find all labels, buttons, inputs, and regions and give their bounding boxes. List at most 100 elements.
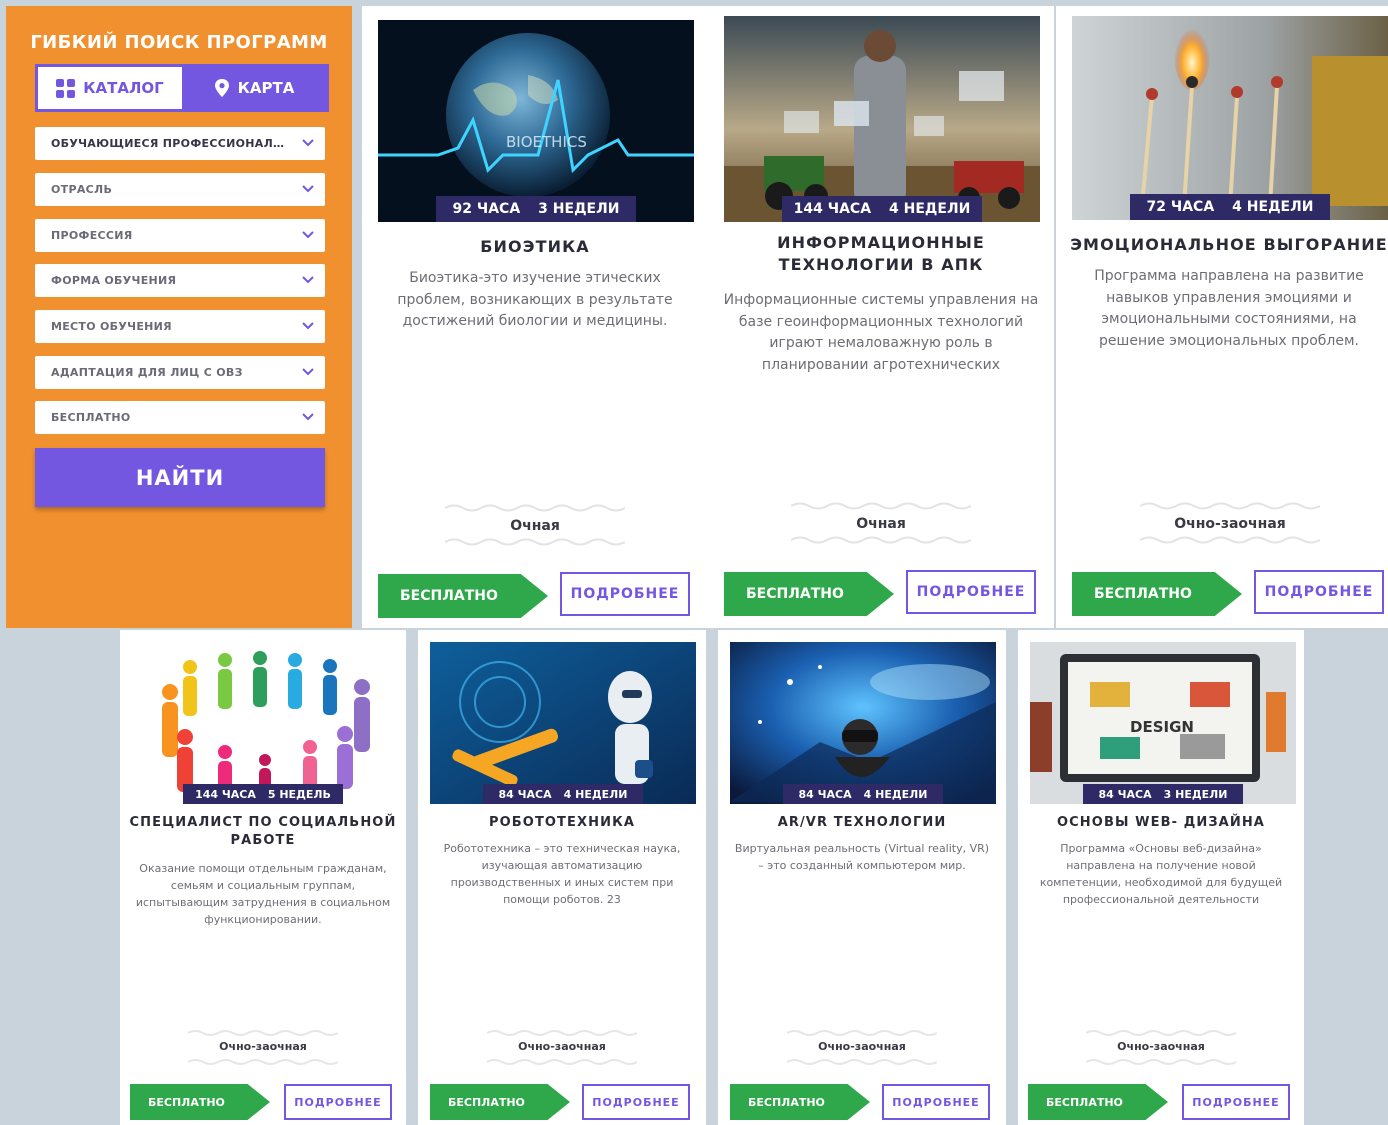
study-mode: Очно-заочная	[219, 1040, 307, 1053]
filter-industry-value: ОТРАСЛЬ	[51, 183, 113, 196]
duration-hours: 84 ЧАСА	[798, 787, 852, 801]
study-mode: Очно-заочная	[518, 1040, 606, 1053]
details-button[interactable]: ПОДРОБНЕЕ	[1254, 570, 1384, 614]
program-title: ЭМОЦИОНАЛЬНОЕ ВЫГОРАНИЕ	[1070, 235, 1388, 254]
study-mode: Очно-заочная	[1174, 516, 1286, 532]
duration-badge: 72 ЧАСА 4 НЕДЕЛИ	[1130, 194, 1330, 220]
program-description: Биоэтика-это изучение этических проблем,…	[397, 270, 673, 330]
free-badge-button[interactable]: БЕСПЛАТНО	[724, 572, 894, 616]
filter-accessibility-select[interactable]: АДАПТАЦИЯ ДЛЯ ЛИЦ С ОВЗ	[35, 356, 325, 389]
study-mode: Очная	[856, 516, 906, 532]
duration-weeks: 4 НЕДЕЛИ	[563, 787, 628, 801]
program-title: РОБОТОТЕХНИКА	[489, 815, 635, 830]
chevron-down-icon	[302, 276, 314, 284]
filter-industry-select[interactable]: ОТРАСЛЬ	[35, 173, 325, 206]
free-badge-button[interactable]: БЕСПЛАТНО	[1028, 1084, 1168, 1120]
filter-free-value: БЕСПЛАТНО	[51, 411, 131, 424]
duration-badge: 92 ЧАСА 3 НЕДЕЛИ	[436, 196, 636, 222]
search-panel-title: ГИБКИЙ ПОИСК ПРОГРАММ	[30, 32, 328, 53]
program-image-bioethics: BIOETHICS 92 ЧАСА 3 НЕДЕЛИ	[378, 20, 694, 222]
map-pin-icon	[214, 79, 229, 97]
duration-badge: 144 ЧАСА 4 НЕДЕЛИ	[782, 196, 982, 222]
free-badge-button[interactable]: БЕСПЛАТНО	[130, 1084, 270, 1120]
program-image-social-work: 144 ЧАСА 5 НЕДЕЛЬ	[130, 642, 396, 804]
earth-heartbeat-image: BIOETHICS	[378, 20, 694, 222]
chevron-down-icon	[302, 368, 314, 376]
farmer-tablet-image	[724, 16, 1040, 222]
filter-profession-select[interactable]: ПРОФЕССИЯ	[35, 219, 325, 252]
duration-weeks: 4 НЕДЕЛИ	[889, 201, 971, 217]
web-design-image-text: DESIGN	[1130, 718, 1194, 736]
vr-headset-image	[730, 642, 996, 804]
details-button[interactable]: ПОДРОБНЕЕ	[582, 1084, 690, 1120]
program-card-burnout: 72 ЧАСА 4 НЕДЕЛИ ЭМОЦИОНАЛЬНОЕ ВЫГОРАНИЕ…	[1056, 6, 1388, 628]
filter-accessibility-value: АДАПТАЦИЯ ДЛЯ ЛИЦ С ОВЗ	[51, 366, 243, 379]
duration-hours: 72 ЧАСА	[1146, 199, 1215, 215]
free-badge-button[interactable]: БЕСПЛАТНО	[730, 1084, 870, 1120]
program-card-social-work: 144 ЧАСА 5 НЕДЕЛЬ СПЕЦИАЛИСТ ПО СОЦИАЛЬН…	[120, 630, 406, 1125]
find-button[interactable]: НАЙТИ	[35, 448, 325, 507]
study-mode: Очная	[510, 518, 560, 534]
filter-location-select[interactable]: МЕСТО ОБУЧЕНИЯ	[35, 310, 325, 343]
program-title: БИОЭТИКА	[480, 237, 590, 256]
duration-badge: 84 ЧАСА 3 НЕДЕЛИ	[1083, 784, 1243, 804]
duration-hours: 144 ЧАСА	[195, 787, 256, 801]
program-image-it-agro: 144 ЧАСА 4 НЕДЕЛИ	[724, 16, 1040, 222]
details-button[interactable]: ПОДРОБНЕЕ	[882, 1084, 990, 1120]
robot-image	[430, 642, 696, 804]
details-button[interactable]: ПОДРОБНЕЕ	[1182, 1084, 1290, 1120]
program-description: Оказание помощи отдельным гражданам, сем…	[135, 862, 391, 927]
program-image-ar-vr: 84 ЧАСА 4 НЕДЕЛИ	[730, 642, 996, 804]
duration-weeks: 4 НЕДЕЛИ	[863, 787, 928, 801]
filter-learners-value: ОБУЧАЮЩИЕСЯ ПРОФЕССИОНАЛ…	[51, 137, 285, 150]
study-mode: Очно-заочная	[818, 1040, 906, 1053]
program-card-web-design: DESIGN 84 ЧАСА 3 НЕДЕЛИ ОСНОВЫ WEB- ДИЗА…	[1018, 630, 1304, 1125]
free-badge-button[interactable]: БЕСПЛАТНО	[430, 1084, 570, 1120]
duration-hours: 84 ЧАСА	[1098, 787, 1152, 801]
duration-weeks: 3 НЕДЕЛИ	[538, 201, 620, 217]
details-button[interactable]: ПОДРОБНЕЕ	[284, 1084, 392, 1120]
details-button[interactable]: ПОДРОБНЕЕ	[560, 572, 690, 616]
duration-badge: 84 ЧАСА 4 НЕДЕЛИ	[783, 784, 943, 804]
duration-badge: 144 ЧАСА 5 НЕДЕЛЬ	[183, 784, 343, 804]
program-card-robotics: 84 ЧАСА 4 НЕДЕЛИ РОБОТОТЕХНИКА Робототех…	[418, 630, 706, 1125]
program-title: ОСНОВЫ WEB- ДИЗАЙНА	[1057, 815, 1265, 830]
program-description: Информационные системы управления на баз…	[723, 292, 1039, 374]
program-card-ar-vr: 84 ЧАСА 4 НЕДЕЛИ AR/VR ТЕХНОЛОГИИ Виртуа…	[718, 630, 1006, 1125]
people-circle-image	[130, 642, 396, 804]
duration-weeks: 5 НЕДЕЛЬ	[267, 787, 331, 801]
details-button[interactable]: ПОДРОБНЕЕ	[906, 570, 1036, 614]
tab-map-label: КАРТА	[237, 79, 295, 97]
chevron-down-icon	[302, 322, 314, 330]
tab-catalog[interactable]: КАТАЛОГ	[38, 67, 182, 109]
program-description: Программа направлена на развитие навыков…	[1094, 268, 1364, 350]
tab-map[interactable]: КАРТА	[182, 67, 326, 109]
chevron-down-icon	[302, 231, 314, 239]
program-image-robotics: 84 ЧАСА 4 НЕДЕЛИ	[430, 642, 696, 804]
program-card-it-agro: 144 ЧАСА 4 НЕДЕЛИ ИНФОРМАЦИОННЫЕ ТЕХНОЛО…	[708, 6, 1054, 628]
program-title: СПЕЦИАЛИСТ ПО СОЦИАЛЬНОЙ РАБОТЕ	[129, 815, 397, 848]
filter-learners-select[interactable]: ОБУЧАЮЩИЕСЯ ПРОФЕССИОНАЛ…	[35, 127, 325, 160]
filter-study-form-select[interactable]: ФОРМА ОБУЧЕНИЯ	[35, 264, 325, 297]
bioethics-image-text: BIOETHICS	[506, 133, 587, 151]
tab-catalog-label: КАТАЛОГ	[83, 79, 164, 97]
filter-study-form-value: ФОРМА ОБУЧЕНИЯ	[51, 274, 177, 287]
view-toggle: КАТАЛОГ КАРТА	[35, 64, 329, 112]
filter-free-select[interactable]: БЕСПЛАТНО	[35, 401, 325, 434]
chevron-down-icon	[302, 413, 314, 421]
free-badge-button[interactable]: БЕСПЛАТНО	[378, 574, 548, 618]
grid-icon	[56, 78, 76, 98]
program-description: Робототехника – это техническая наука, и…	[443, 842, 681, 907]
duration-hours: 84 ЧАСА	[498, 787, 552, 801]
filter-location-value: МЕСТО ОБУЧЕНИЯ	[51, 320, 172, 333]
free-badge-button[interactable]: БЕСПЛАТНО	[1072, 572, 1242, 616]
duration-weeks: 3 НЕДЕЛИ	[1163, 787, 1228, 801]
laptop-design-image: DESIGN	[1030, 642, 1296, 804]
program-title: ИНФОРМАЦИОННЫЕ ТЕХНОЛОГИИ В АПК	[777, 233, 985, 274]
matches-image	[1072, 16, 1388, 220]
search-panel: ГИБКИЙ ПОИСК ПРОГРАММ КАТАЛОГ КАРТА ОБУЧ…	[6, 6, 352, 628]
study-mode: Очно-заочная	[1117, 1040, 1205, 1053]
filter-profession-value: ПРОФЕССИЯ	[51, 229, 133, 242]
chevron-down-icon	[302, 139, 314, 147]
chevron-down-icon	[302, 185, 314, 193]
